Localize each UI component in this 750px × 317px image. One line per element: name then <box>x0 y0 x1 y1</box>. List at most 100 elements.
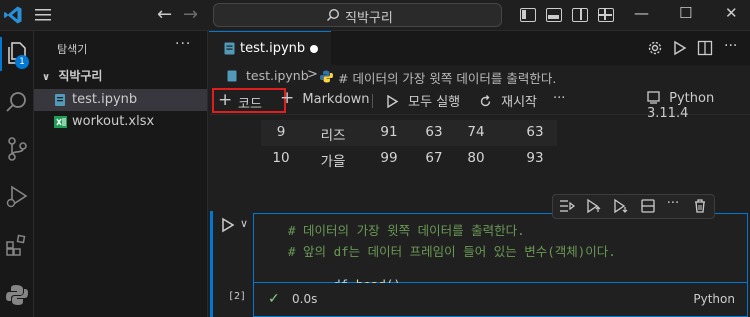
cell-language[interactable]: Python <box>693 292 735 306</box>
table-row: 9 리즈 91 63 74 63 <box>261 120 557 146</box>
code-label: 코드 <box>238 97 262 112</box>
file-label: test.ipynb <box>72 92 138 107</box>
table-cell: 67 <box>425 150 443 166</box>
search-icon <box>327 8 340 21</box>
table-cell: 91 <box>380 124 398 140</box>
run-all-button[interactable]: 모두 실행 <box>386 91 460 111</box>
execute-below-icon[interactable] <box>613 198 629 214</box>
table-cell: 99 <box>380 150 398 166</box>
search-icon[interactable] <box>4 89 30 115</box>
tab-bar: test.ipynb ··· <box>209 31 750 65</box>
markdown-label: Markdown <box>302 92 370 107</box>
table-cell: 93 <box>526 150 544 166</box>
vscode-logo-icon[interactable] <box>3 5 23 25</box>
toggle-panel-icon[interactable] <box>546 8 562 22</box>
cell-more-icon[interactable]: ··· <box>665 196 681 212</box>
toggle-secondary-sidebar-icon[interactable] <box>572 8 588 22</box>
run-all-icon <box>387 94 399 109</box>
table-cell: 리즈 <box>320 128 346 144</box>
chevron-down-icon: ∨ <box>42 72 51 83</box>
source-control-icon[interactable] <box>4 136 30 162</box>
success-check-icon: ✓ <box>268 291 280 307</box>
run-debug-icon[interactable] <box>4 184 30 210</box>
add-markdown-cell-button[interactable]: + Markdown <box>280 88 370 108</box>
notebook-icon <box>55 94 65 106</box>
breadcrumb: test.ipynb > # 데이터의 가장 윗쪽 데이터를 출력한다. <box>209 65 750 87</box>
notebook-editor: test.ipynb ··· test.ipynb > # 데이터의 가장 윗쪽… <box>209 31 750 317</box>
folder-name: 직박구리 <box>58 69 103 83</box>
toolbar-divider <box>372 94 373 108</box>
plus-icon: + <box>280 88 295 108</box>
code-comment-line: # 앞의 df는 데이터 프레임이 들어 있는 변수(객체)이다. <box>288 244 616 259</box>
maximize-button[interactable]: ☐ <box>679 4 692 22</box>
table-cell: 가을 <box>320 154 346 170</box>
restart-icon <box>480 95 491 107</box>
file-item-workout-xlsx[interactable]: workout.xlsx <box>34 111 207 133</box>
toggle-primary-sidebar-icon[interactable] <box>520 8 536 22</box>
title-bar: ← → 직박구리 — ☐ ✕ <box>0 0 750 31</box>
cell-status-bar: ✓ 0.0s Python <box>253 283 748 317</box>
breadcrumb-separator: > <box>307 67 318 82</box>
split-editor-icon[interactable] <box>697 40 713 56</box>
table-cell: 80 <box>467 150 485 166</box>
minimize-button[interactable]: — <box>634 4 649 22</box>
kernel-icon <box>647 91 660 104</box>
more-actions-icon[interactable]: ··· <box>724 38 737 54</box>
add-code-cell-button[interactable]: + 코드 <box>212 88 286 113</box>
table-cell: 63 <box>526 124 544 140</box>
python-cell-icon <box>320 70 333 83</box>
run-by-line-icon[interactable] <box>559 198 575 214</box>
code-comment-line: # 데이터의 가장 윗쪽 데이터를 출력한다. <box>288 223 525 238</box>
execution-time: 0.0s <box>292 292 318 306</box>
notebook-icon <box>227 70 237 82</box>
active-indicator <box>0 37 2 71</box>
tab-test-ipynb[interactable]: test.ipynb <box>209 31 331 65</box>
back-arrow-icon[interactable]: ← <box>157 4 172 25</box>
plus-icon: + <box>218 90 233 110</box>
kernel-picker[interactable]: Python 3.11.4 <box>647 91 750 121</box>
breadcrumb-file[interactable]: test.ipynb <box>246 68 309 83</box>
run-cell-icon[interactable] <box>221 217 235 233</box>
sidebar-more-button[interactable]: ··· <box>175 36 191 52</box>
table-cell: 63 <box>425 124 443 140</box>
settings-gear-icon[interactable] <box>647 40 663 56</box>
run-all-label: 모두 실행 <box>408 95 461 110</box>
execute-above-icon[interactable] <box>586 198 602 214</box>
code-cell-editor[interactable]: # 데이터의 가장 윗쪽 데이터를 출력한다. # 앞의 df는 데이터 프레임… <box>253 213 748 292</box>
close-button[interactable]: ✕ <box>725 4 738 22</box>
file-label: workout.xlsx <box>72 114 155 129</box>
run-icon[interactable] <box>673 40 687 56</box>
menu-icon[interactable] <box>34 7 52 23</box>
cell-toolbar: ··· <box>552 194 715 219</box>
cell-focus-bar <box>210 211 213 317</box>
breadcrumb-cell[interactable]: # 데이터의 가장 윗쪽 데이터를 출력한다. <box>338 68 556 87</box>
python-icon[interactable] <box>4 282 30 308</box>
command-center-search[interactable]: 직박구리 <box>213 3 502 27</box>
table-cell: 74 <box>467 124 485 140</box>
table-row: 10 가을 99 67 80 93 <box>261 146 557 172</box>
split-cell-icon[interactable] <box>640 198 656 214</box>
notebook-toolbar: + 코드 + Markdown 모두 실행 재시작 ··· Python 3.1… <box>209 87 750 121</box>
delete-cell-icon[interactable] <box>692 198 708 214</box>
extensions-icon[interactable] <box>4 232 30 258</box>
table-cell: 9 <box>276 124 286 140</box>
customize-layout-icon[interactable] <box>598 8 614 22</box>
excel-icon <box>54 116 67 128</box>
explorer-sidebar: 탐색기 ··· ∨ 직박구리 test.ipynb workout.xlsx <box>34 31 208 317</box>
run-options-chevron-icon[interactable]: ∨ <box>240 217 248 230</box>
explorer-badge: 1 <box>15 55 29 69</box>
sidebar-title: 탐색기 <box>57 43 88 56</box>
activity-bar: 1 <box>0 31 34 317</box>
unsaved-dot-icon[interactable] <box>310 45 318 53</box>
toolbar-more-icon[interactable]: ··· <box>553 91 565 111</box>
folder-header[interactable]: ∨ 직박구리 <box>42 67 102 84</box>
file-item-test-ipynb[interactable]: test.ipynb <box>34 89 207 111</box>
restart-button[interactable]: 재시작 <box>479 91 537 111</box>
restart-label: 재시작 <box>501 95 538 110</box>
table-cell: 10 <box>272 150 290 166</box>
execution-count: [2] <box>228 291 247 302</box>
tab-label: test.ipynb <box>240 41 306 56</box>
notebook-icon <box>224 42 235 55</box>
search-text: 직박구리 <box>345 11 393 26</box>
forward-arrow-icon[interactable]: → <box>183 4 198 25</box>
